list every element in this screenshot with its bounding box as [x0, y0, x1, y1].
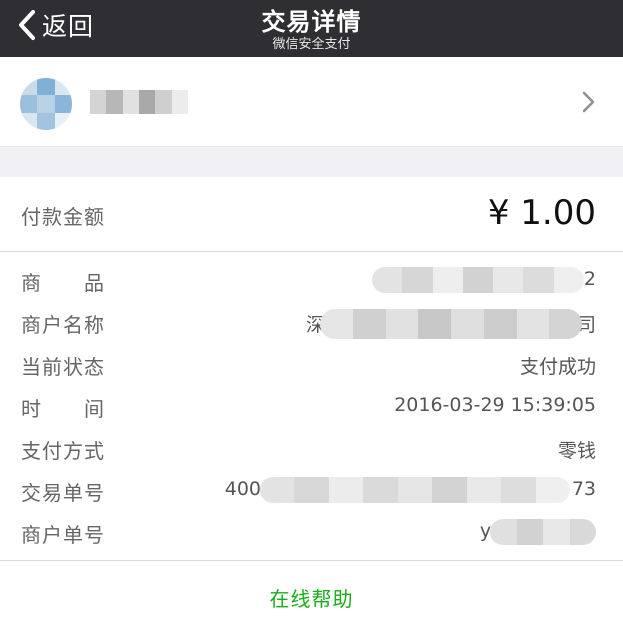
detail-label: 交易单号: [21, 481, 105, 505]
detail-value-edge: 2: [583, 268, 596, 290]
amount-label: 付款金额: [21, 205, 105, 229]
detail-value-prefix: 400: [224, 478, 261, 500]
detail-value: 2016-03-29 15:39:05: [394, 394, 596, 416]
redacted-value: [490, 519, 596, 545]
chevron-right-icon[interactable]: [581, 90, 597, 114]
online-help-link[interactable]: 在线帮助: [0, 561, 623, 624]
detail-value: 零钱: [557, 440, 596, 462]
detail-label: 商户名称: [21, 313, 105, 337]
detail-label: 当前状态: [21, 355, 105, 379]
amount-value: ¥ 1.00: [487, 193, 596, 233]
amount-row: 付款金额 ¥ 1.00: [0, 177, 623, 252]
nav-bar: 返回 交易详情 微信安全支付: [0, 0, 623, 57]
detail-value-edge: 73: [571, 478, 596, 500]
page-title: 交易详情: [261, 8, 362, 36]
detail-label: 商户单号: [21, 523, 105, 547]
detail-value: 支付成功: [519, 356, 596, 378]
redacted-value: [372, 267, 584, 293]
detail-label: 商 品: [21, 271, 105, 295]
detail-row-transaction-id: 交易单号 73 400: [0, 469, 623, 511]
section-gap: [0, 147, 623, 177]
redacted-value: [320, 309, 582, 339]
detail-label: 时 间: [21, 397, 105, 421]
page-subtitle: 微信安全支付: [272, 37, 351, 52]
avatar: [20, 78, 72, 130]
merchant-row[interactable]: [0, 57, 623, 147]
redacted-value: [260, 477, 570, 503]
detail-row-merchant-order-id: 商户单号 yur: [0, 511, 623, 553]
detail-row-time: 时 间 2016-03-29 15:39:05: [0, 385, 623, 427]
detail-row-payment-method: 支付方式 零钱: [0, 427, 623, 469]
detail-row-merchant-name: 商户名称 司 深: [0, 301, 623, 343]
merchant-name-redacted: [90, 90, 188, 114]
detail-label: 支付方式: [21, 439, 105, 463]
detail-row-product: 商 品 2 20: [0, 259, 623, 301]
online-help-label: 在线帮助: [269, 587, 354, 611]
detail-row-status: 当前状态 支付成功: [0, 343, 623, 385]
